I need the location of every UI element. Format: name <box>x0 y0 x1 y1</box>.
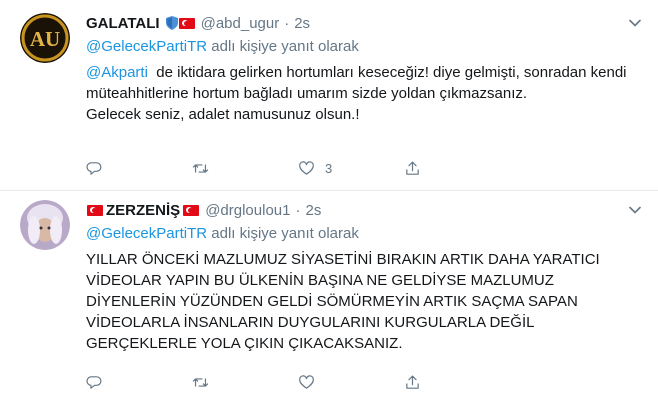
avatar[interactable]: AU <box>20 13 70 63</box>
reply-context: @GelecekPartiTR adlı kişiye yanıt olarak <box>86 225 644 242</box>
separator-dot: · <box>284 14 290 32</box>
reply-button[interactable] <box>86 160 192 177</box>
turkey-flag-icon <box>183 204 200 216</box>
user-handle[interactable]: @drgloulou1 <box>205 202 290 219</box>
retweet-button[interactable] <box>192 374 298 391</box>
turkey-flag-icon <box>178 17 195 29</box>
reply-context-label: adlı kişiye yanıt olarak <box>207 38 359 55</box>
chevron-down-icon[interactable] <box>626 14 644 32</box>
display-name[interactable]: GALATALI <box>86 15 160 32</box>
reply-icon <box>86 162 102 175</box>
avatar-logo-text: AU <box>30 27 60 51</box>
display-name[interactable]: ZERZENİŞ <box>106 202 180 219</box>
like-count: 3 <box>325 161 333 176</box>
like-button[interactable]: 3 <box>298 160 404 177</box>
tweet[interactable]: ZERZENİŞ @drgloulou1 · 2s @GelecekPartiT… <box>0 191 658 401</box>
like-button[interactable] <box>298 374 404 391</box>
tweet[interactable]: AU GALATALI @abd_ugur · 2s @GelecekParti… <box>0 0 658 191</box>
share-button[interactable] <box>404 374 510 391</box>
chevron-down-icon[interactable] <box>626 201 644 219</box>
reply-icon <box>86 376 102 389</box>
retweet-icon <box>192 164 209 173</box>
like-icon <box>299 161 314 175</box>
reply-button[interactable] <box>86 374 192 391</box>
retweet-button[interactable] <box>192 160 298 177</box>
tweet-text: @Akparti de iktidara gelirken hortumları… <box>86 62 644 125</box>
reply-mention-link[interactable]: @GelecekPartiTR <box>86 38 207 55</box>
text-mention-link[interactable]: @Akparti <box>86 64 148 81</box>
share-icon <box>406 375 419 389</box>
reply-context-label: adlı kişiye yanıt olarak <box>207 225 359 242</box>
tweet-actions <box>86 374 510 391</box>
tweet-header: GALATALI @abd_ugur · 2s <box>86 12 644 34</box>
turkey-flag-icon <box>87 204 103 216</box>
tweet-header: ZERZENİŞ @drgloulou1 · 2s <box>86 199 644 221</box>
reply-context: @GelecekPartiTR adlı kişiye yanıt olarak <box>86 38 644 55</box>
tweet-body: de iktidara gelirken hortumları keseceği… <box>86 64 627 123</box>
share-button[interactable] <box>404 160 510 177</box>
shield-icon <box>165 16 178 30</box>
avatar[interactable] <box>20 200 70 250</box>
tweet-body: YILLAR ÖNCEKİ MAZLUMUZ SİYASETİNİ BIRAKI… <box>86 251 604 352</box>
share-icon <box>406 161 419 175</box>
separator-dot: · <box>295 201 301 219</box>
retweet-icon <box>192 378 209 387</box>
tweet-actions: 3 <box>86 160 510 177</box>
timestamp[interactable]: 2s <box>305 202 321 219</box>
name-badges <box>164 16 196 30</box>
like-icon <box>299 375 314 389</box>
user-handle[interactable]: @abd_ugur <box>201 15 280 32</box>
reply-mention-link[interactable]: @GelecekPartiTR <box>86 225 207 242</box>
timestamp[interactable]: 2s <box>294 15 310 32</box>
tweet-text: YILLAR ÖNCEKİ MAZLUMUZ SİYASETİNİ BIRAKI… <box>86 249 644 354</box>
